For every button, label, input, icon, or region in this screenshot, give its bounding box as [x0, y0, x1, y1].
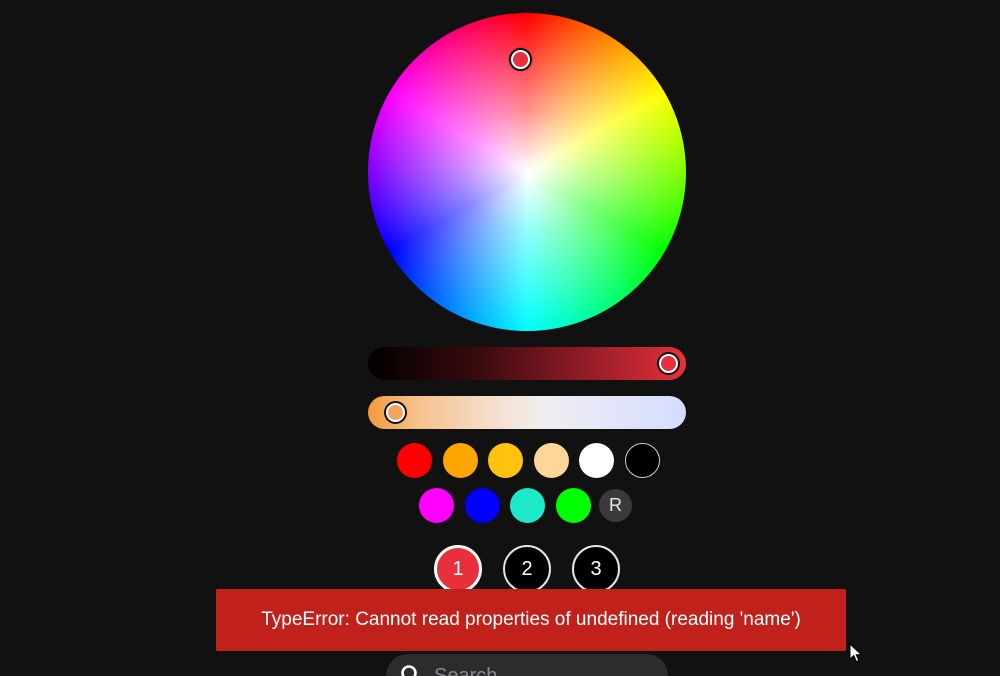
preset-button-3[interactable]: 3	[572, 545, 620, 593]
color-picker-screen: R 123 TypeError: Cannot read properties …	[0, 0, 1000, 676]
swatch-turquoise[interactable]	[510, 488, 545, 523]
swatch-orange[interactable]	[442, 443, 478, 478]
error-toast-message: TypeError: Cannot read properties of und…	[261, 609, 801, 630]
reset-button[interactable]: R	[599, 489, 632, 522]
error-toast: TypeError: Cannot read properties of und…	[216, 589, 846, 651]
swatch-gold[interactable]	[488, 443, 523, 478]
brightness-slider[interactable]	[368, 347, 686, 380]
swatch-peach[interactable]	[533, 443, 569, 478]
swatch-black[interactable]	[624, 443, 660, 478]
swatch-red[interactable]	[397, 443, 432, 478]
color-wheel-handle[interactable]	[511, 50, 530, 69]
swatch-green[interactable]	[555, 488, 591, 523]
temperature-slider[interactable]	[368, 396, 686, 429]
preset-button-1[interactable]: 1	[434, 545, 482, 593]
temperature-slider-handle[interactable]	[386, 403, 405, 422]
preset-button-2[interactable]: 2	[503, 545, 551, 593]
search-icon	[401, 665, 417, 676]
swatch-blue[interactable]	[464, 488, 500, 523]
search-input[interactable]	[432, 660, 656, 676]
search-bar[interactable]	[386, 654, 668, 676]
swatch-magenta[interactable]	[419, 488, 454, 523]
swatch-white[interactable]	[579, 443, 614, 478]
mouse-pointer-icon	[849, 643, 863, 663]
brightness-slider-handle[interactable]	[659, 354, 678, 373]
